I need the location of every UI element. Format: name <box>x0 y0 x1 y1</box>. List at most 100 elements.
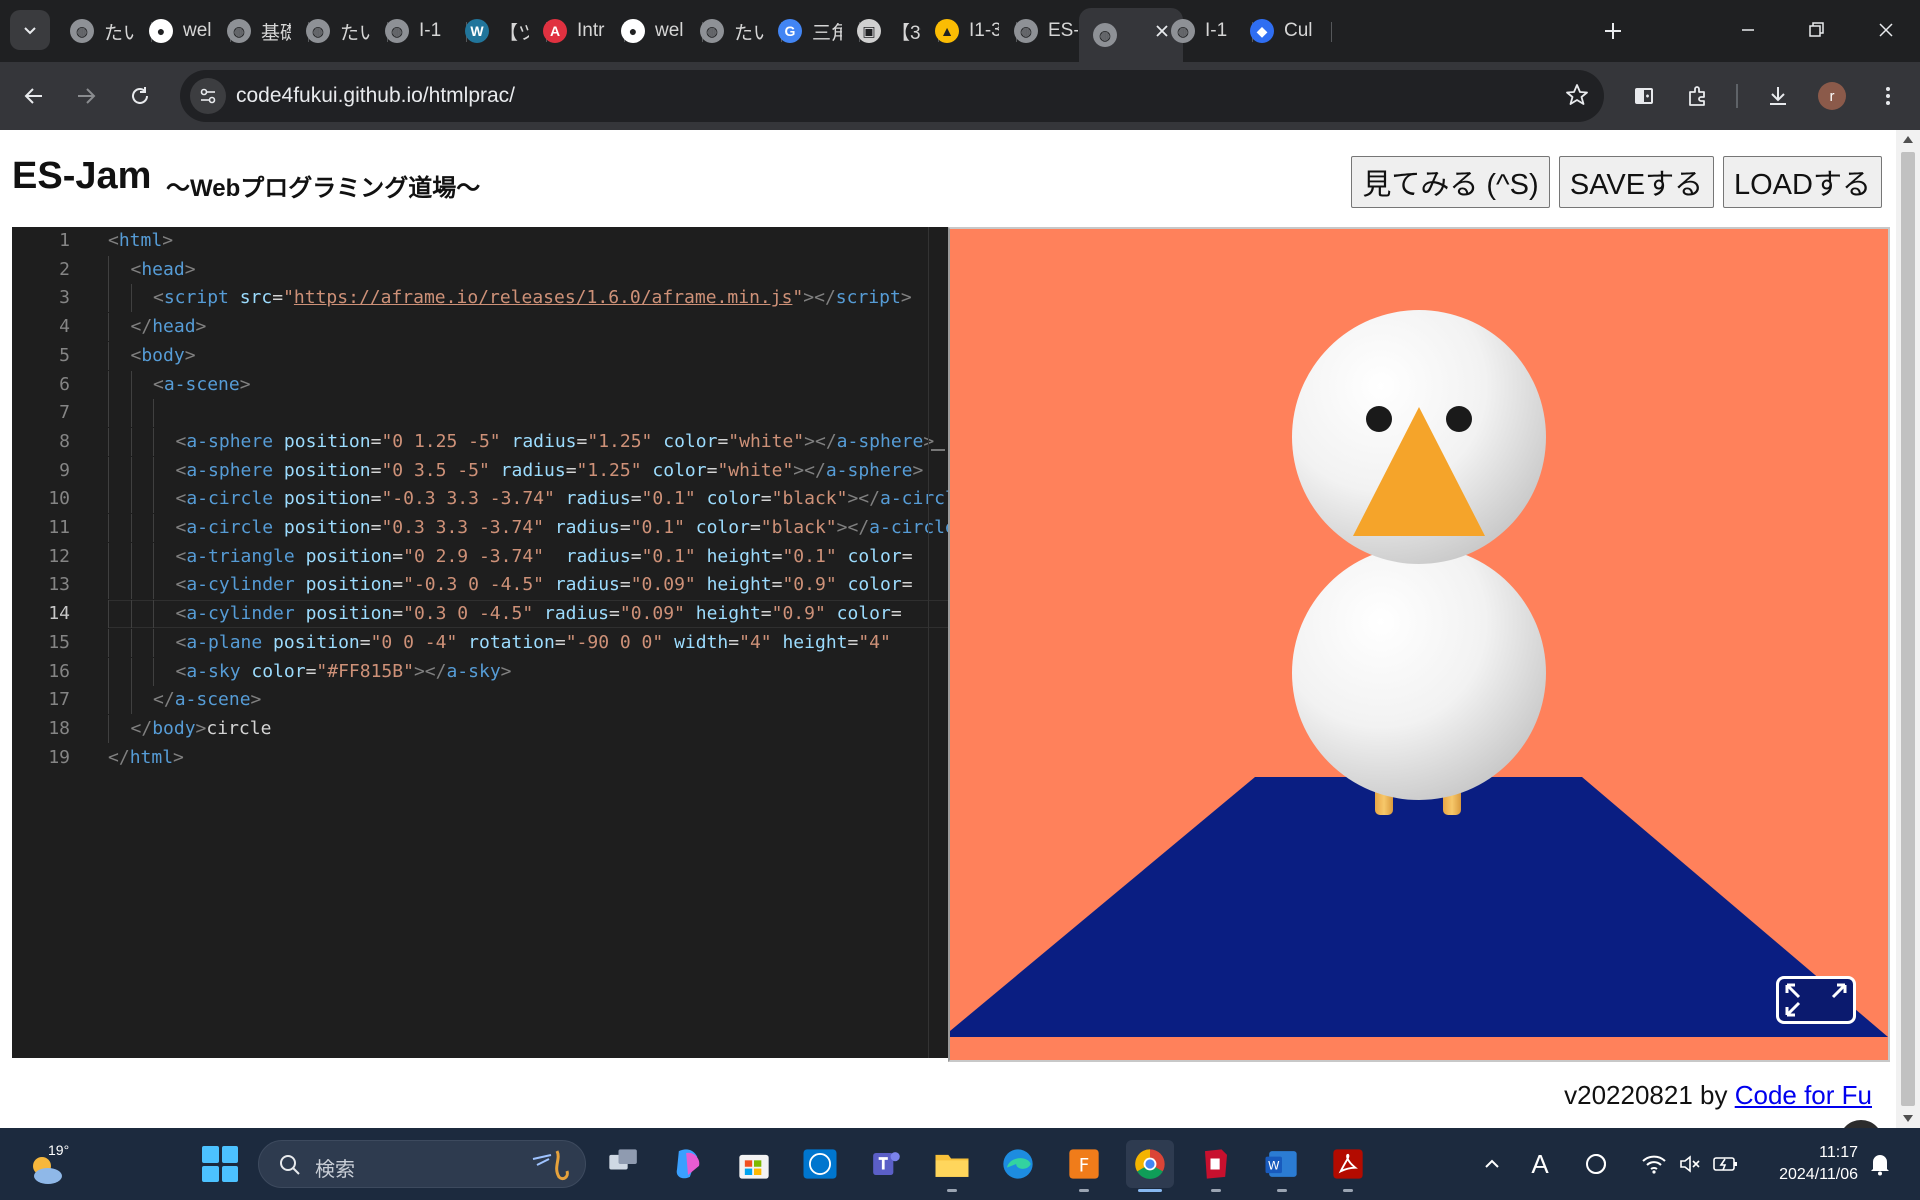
code-line[interactable]: 13 <a-cylinder position="-0.3 0 -4.5" rad… <box>12 571 948 600</box>
code-line[interactable]: 4 </head> <box>12 313 948 342</box>
code-line[interactable]: 7 <box>12 399 948 428</box>
tray-chevron-up-icon[interactable] <box>1474 1146 1510 1182</box>
taskbar-app-file-explorer[interactable] <box>928 1140 976 1192</box>
reload-icon <box>132 87 148 104</box>
indent-guide <box>130 399 132 428</box>
scrollbar-thumb[interactable] <box>1901 152 1915 1106</box>
tab-search-button[interactable] <box>10 10 50 50</box>
page-scrollbar[interactable] <box>1896 130 1920 1128</box>
github-icon: ● <box>149 19 173 43</box>
forward-button[interactable] <box>66 76 106 116</box>
code-token: = <box>901 574 913 596</box>
reading-mode-icon[interactable] <box>1626 78 1662 114</box>
code-token: a-sphere <box>186 430 274 452</box>
code-token: </ <box>108 746 130 768</box>
taskbar-app-fusion[interactable]: F <box>1060 1140 1108 1192</box>
weather-widget[interactable]: 19° <box>26 1142 74 1186</box>
save-button[interactable]: SAVEする <box>1559 156 1714 208</box>
back-button[interactable] <box>14 76 54 116</box>
indent-guide <box>130 628 132 657</box>
scroll-up-arrow-icon[interactable] <box>1903 136 1913 143</box>
taskbar-app-copilot[interactable] <box>664 1140 712 1188</box>
line-number: 2 <box>59 258 70 280</box>
taskbar-app-pdf-reader[interactable] <box>1192 1140 1240 1192</box>
code-token: "black" <box>771 488 848 510</box>
taskbar-app-dell[interactable] <box>796 1140 844 1188</box>
page-subtitle: ～Webプログラミング道場～ <box>166 175 481 202</box>
code-line[interactable]: 6 <a-scene> <box>12 370 948 399</box>
new-tab-button[interactable] <box>1596 14 1630 48</box>
code-line[interactable]: 9 <a-sphere position="0 3.5 -5" radius="1… <box>12 456 948 485</box>
load-button[interactable]: LOADする <box>1723 156 1882 208</box>
code-line[interactable]: 18 </body>circle <box>12 714 948 743</box>
tab-title: 三角 <box>812 22 842 44</box>
arrow-left-icon <box>24 88 42 104</box>
code-line[interactable]: 10 <a-circle position="-0.3 3.3 -3.74" ra… <box>12 485 948 514</box>
taskbar-app-acrobat[interactable] <box>1324 1140 1372 1192</box>
indent-guide <box>108 399 109 428</box>
drive-icon: ▲ <box>935 19 959 43</box>
editor-scrollbar[interactable] <box>928 227 948 1058</box>
code-line[interactable]: 16 <a-sky color="#FF815B"></a-sky> <box>12 657 948 686</box>
reload-button[interactable] <box>120 76 160 116</box>
search-icon <box>280 1155 300 1175</box>
floating-apps-button[interactable] <box>1839 1120 1883 1128</box>
bookmark-star-icon[interactable] <box>1564 82 1590 113</box>
taskbar-app-chrome[interactable] <box>1126 1140 1174 1192</box>
code-token: "0.1" <box>641 488 696 510</box>
site-info-icon[interactable] <box>190 78 226 114</box>
preview-pane[interactable] <box>948 227 1890 1062</box>
code-token: html <box>118 230 163 251</box>
code-line[interactable]: 14 <a-cylinder position="0.3 0 -4.5" radi… <box>12 600 948 629</box>
taskbar-clock[interactable]: 11:17 2024/11/06 <box>1762 1142 1858 1186</box>
running-indicator <box>947 1189 957 1192</box>
code-line[interactable]: 15 <a-plane position="0 0 -4" rotation="-… <box>12 628 948 657</box>
taskbar-app-word[interactable]: W <box>1258 1140 1306 1192</box>
address-bar[interactable]: code4fukui.github.io/htmlprac/ <box>180 70 1604 122</box>
code-line[interactable]: 1 <html> <box>12 227 948 255</box>
minimize-button[interactable] <box>1720 8 1776 52</box>
taskbar-app-task-view[interactable] <box>600 1140 648 1188</box>
aframe-scene[interactable] <box>950 229 1888 1060</box>
code-editor[interactable]: 1 <html> 2 <head> 3 <script src="https://afra… <box>12 227 948 1058</box>
vr-fullscreen-button[interactable] <box>1776 976 1856 1024</box>
close-window-button[interactable] <box>1858 8 1914 52</box>
tray-app-icon[interactable] <box>1578 1146 1614 1182</box>
line-number: 3 <box>59 287 70 309</box>
taskbar-search[interactable]: 検索 <box>258 1140 586 1188</box>
speaker-muted-icon[interactable] <box>1672 1146 1708 1182</box>
menu-kebab-icon[interactable] <box>1870 78 1906 114</box>
code-line[interactable]: 11 <a-circle position="0.3 3.3 -3.74" rad… <box>12 514 948 542</box>
start-button[interactable] <box>202 1146 238 1182</box>
code-token: < <box>153 373 164 395</box>
code-line[interactable]: 19 </html> <box>12 744 948 772</box>
code-line[interactable]: 17 </a-scene> <box>12 686 948 715</box>
code-line[interactable]: 8 <a-sphere position="0 1.25 -5" radius="… <box>12 427 948 456</box>
code-token: position <box>305 574 393 596</box>
wifi-icon[interactable] <box>1636 1146 1672 1182</box>
profile-avatar[interactable]: r <box>1818 82 1846 110</box>
address-url[interactable]: code4fukui.github.io/htmlprac/ <box>236 84 515 108</box>
ime-mode-icon[interactable]: A <box>1522 1146 1558 1182</box>
restore-button[interactable] <box>1788 8 1844 52</box>
taskbar-app-store[interactable] <box>730 1140 778 1188</box>
downloads-icon[interactable] <box>1760 78 1796 114</box>
code-token: position <box>283 459 371 481</box>
battery-charging-icon[interactable] <box>1708 1146 1744 1182</box>
extensions-icon[interactable] <box>1680 78 1716 114</box>
code-token: </ <box>130 316 153 338</box>
scroll-down-arrow-icon[interactable] <box>1903 1115 1913 1122</box>
code-line[interactable]: 5 <body> <box>12 341 948 370</box>
weather-temperature: 19° <box>48 1142 70 1158</box>
code-line[interactable]: 12 <a-triangle position="0 2.9 -3.74" rad… <box>12 542 948 571</box>
code-token: position <box>273 631 360 653</box>
code-line[interactable]: 2 <head> <box>12 255 948 284</box>
browser-tab[interactable]: ◆ Cul <box>1236 8 1332 54</box>
code-line[interactable]: 3 <script src="https://aframe.io/releases… <box>12 284 948 313</box>
notification-bell-icon[interactable] <box>1862 1146 1898 1182</box>
preview-button[interactable]: 見てみる (^S) <box>1351 156 1550 208</box>
taskbar-app-edge[interactable] <box>994 1140 1042 1188</box>
taskbar-app-teams[interactable] <box>862 1140 910 1188</box>
footer-link[interactable]: Code for Fu <box>1735 1080 1872 1110</box>
